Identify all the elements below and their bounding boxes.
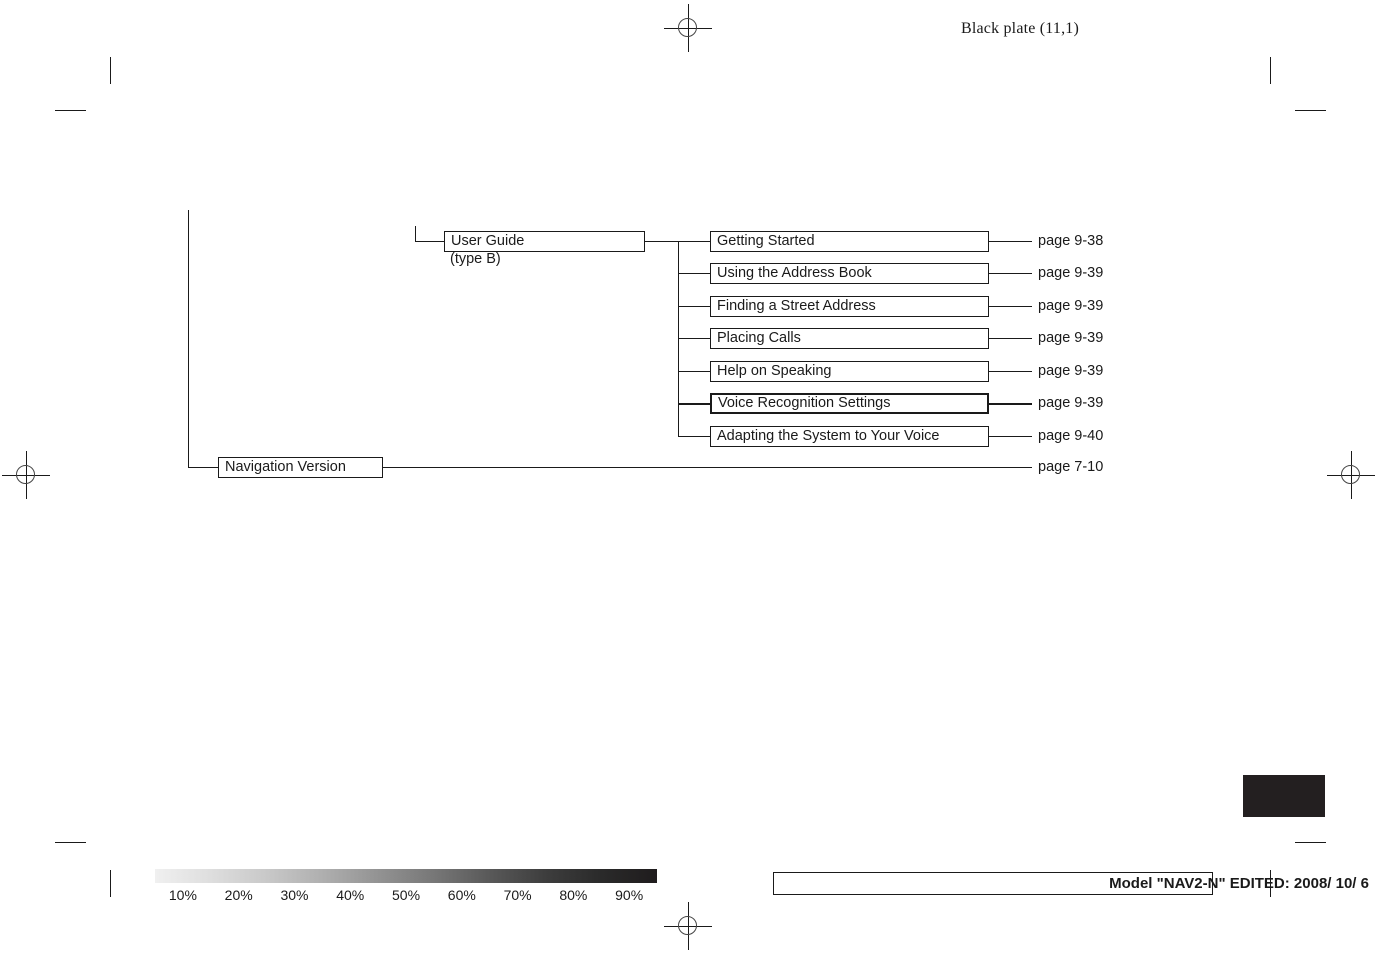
node-getting-started[interactable]: Getting Started [710,231,989,252]
node-getting-started-label: Getting Started [717,233,815,249]
node-adapting-the-system-to-your-voice[interactable]: Adapting the System to Your Voice [710,426,989,447]
user-guide-branch-connector [415,241,444,242]
connector-node-using-the-address-book-to-page-ref [989,273,1032,274]
node-user-guide[interactable]: User Guide [444,231,645,252]
node-help-on-speaking-label: Help on Speaking [717,363,832,379]
print-density-scale-labels: 10% 20% 30% 40% 50% 60% 70% 80% 90% [155,886,657,904]
density-label: 30% [280,887,309,903]
connector-to-node-getting-started [678,241,710,242]
density-label: 50% [392,887,421,903]
trunk-vertical-line [188,210,189,468]
connector-node-finding-a-street-address-to-page-ref [989,306,1032,307]
connector-to-node-placing-calls [678,338,710,339]
user-guide-branch-stub [415,226,416,241]
density-label: 20% [224,887,253,903]
connector-to-node-voice-recognition-settings [678,403,710,405]
node-adapting-the-system-to-your-voice-label: Adapting the System to Your Voice [717,428,940,444]
node-voice-recognition-settings-label: Voice Recognition Settings [718,395,891,411]
model-info-text: Model "NAV2-N" EDITED: 2008/ 10/ 6 [1109,875,1369,892]
connector-node-voice-recognition-settings-to-page-ref [989,403,1032,405]
connector-to-node-using-the-address-book [678,273,710,274]
node-user-guide-label: User Guide [451,233,525,249]
density-label: 80% [559,887,588,903]
connector-to-node-help-on-speaking [678,371,710,372]
node-placing-calls-label: Placing Calls [717,330,801,346]
node-voice-recognition-settings[interactable]: Voice Recognition Settings [710,393,989,414]
density-label: 90% [615,887,644,903]
node-finding-a-street-address-label: Finding a Street Address [717,298,876,314]
connector-node-navigation-version-to-page-ref [383,467,1032,468]
connector-node-adapting-the-system-to-your-voice-to-page-ref [989,436,1032,437]
page-ref-help-on-speaking: page 9-39 [1038,363,1104,379]
node-finding-a-street-address[interactable]: Finding a Street Address [710,296,989,317]
trunk-to-root-connector [188,467,218,468]
navigation-menu-tree-diagram: User Guide (type B) Getting Started page… [0,0,1381,954]
page-ref-placing-calls: page 9-39 [1038,330,1104,346]
node-user-guide-type-caption: (type B) [450,251,501,267]
node-placing-calls[interactable]: Placing Calls [710,328,989,349]
connector-node-help-on-speaking-to-page-ref [989,371,1032,372]
node-navigation-version-label: Navigation Version [225,459,346,475]
connector-node-getting-started-to-page-ref [989,241,1032,242]
user-guide-to-spine-connector [645,241,678,242]
connector-to-node-finding-a-street-address [678,306,710,307]
node-help-on-speaking[interactable]: Help on Speaking [710,361,989,382]
page-ref-using-the-address-book: page 9-39 [1038,265,1104,281]
page-ref-navigation-version: page 7-10 [1038,459,1104,475]
node-using-the-address-book[interactable]: Using the Address Book [710,263,989,284]
density-label: 40% [336,887,365,903]
page-ref-getting-started: page 9-38 [1038,233,1104,249]
density-label: 10% [168,887,197,903]
node-using-the-address-book-label: Using the Address Book [717,265,872,281]
node-navigation-version[interactable]: Navigation Version [218,457,383,478]
print-density-gradient-bar [155,869,657,883]
page-ref-adapting-the-system-to-your-voice: page 9-40 [1038,428,1104,444]
density-label: 70% [503,887,532,903]
connector-node-placing-calls-to-page-ref [989,338,1032,339]
page-ref-voice-recognition-settings: page 9-39 [1038,395,1104,411]
connector-to-node-adapting-the-system-to-your-voice [678,436,710,437]
density-label: 60% [447,887,476,903]
page-ref-finding-a-street-address: page 9-39 [1038,298,1104,314]
